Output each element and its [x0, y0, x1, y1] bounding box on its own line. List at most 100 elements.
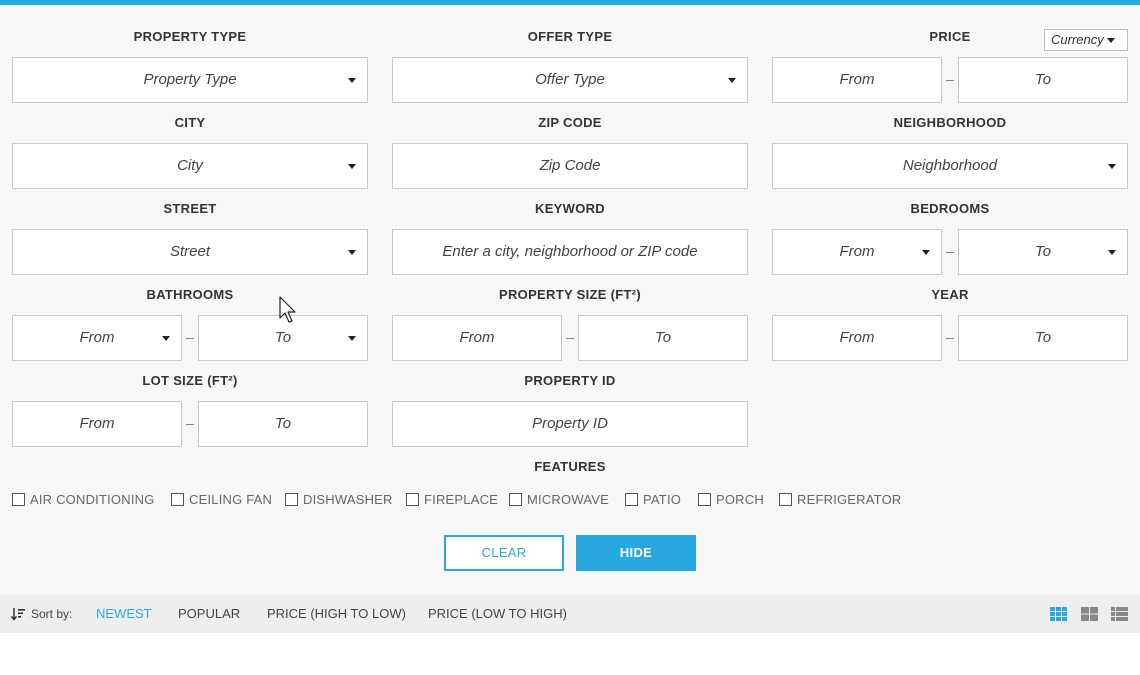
checkbox[interactable] [406, 492, 419, 506]
keyword-label: KEYWORD [535, 201, 605, 216]
property-size-to-input[interactable]: To [578, 315, 748, 361]
chevron-down-icon [348, 336, 356, 341]
checkbox[interactable] [12, 492, 25, 506]
property-id-input[interactable]: Property ID [392, 401, 748, 447]
feature-air-conditioning[interactable]: AIR CONDITIONING [12, 490, 155, 508]
range-separator [946, 252, 954, 253]
street-select[interactable]: Street [12, 229, 368, 275]
city-label: CITY [174, 115, 206, 130]
property-type-select[interactable]: Property Type [12, 57, 368, 103]
range-separator [186, 424, 194, 425]
sort-bar: Sort by: NEWEST POPULAR PRICE (HIGH TO L… [0, 595, 1140, 633]
feature-porch[interactable]: PORCH [698, 490, 764, 508]
clear-button[interactable]: CLEAR [444, 535, 564, 571]
currency-select[interactable]: Currency [1044, 29, 1128, 51]
lot-size-from-input[interactable]: From [12, 401, 182, 447]
price-to-placeholder: To [1034, 71, 1052, 88]
neighborhood-label: NEIGHBORHOOD [893, 115, 1007, 130]
property-size-label: PROPERTY SIZE (FT²) [499, 287, 641, 302]
chevron-down-icon [1107, 38, 1115, 43]
offer-type-value: Offer Type [535, 71, 605, 88]
keyword-placeholder: Enter a city, neighborhood or ZIP code [442, 243, 698, 260]
feature-microwave[interactable]: MICROWAVE [509, 490, 609, 508]
sort-by-label: Sort by: [31, 607, 73, 621]
feature-label: REFRIGERATOR [797, 491, 902, 507]
year-to-placeholder: To [1034, 329, 1052, 346]
offer-type-select[interactable]: Offer Type [392, 57, 748, 103]
grid-small-icon[interactable] [1050, 607, 1067, 621]
bathrooms-from-value: From [79, 329, 115, 346]
feature-dishwasher[interactable]: DISHWASHER [285, 490, 393, 508]
zip-code-input[interactable]: Zip Code [392, 143, 748, 189]
currency-value: Currency [1051, 32, 1104, 47]
bedrooms-to-value: To [1034, 243, 1052, 260]
hide-button[interactable]: HIDE [576, 535, 696, 571]
property-id-placeholder: Property ID [532, 415, 608, 432]
neighborhood-value: Neighborhood [902, 157, 998, 174]
bedrooms-to-select[interactable]: To [958, 229, 1128, 275]
checkbox[interactable] [625, 492, 638, 506]
feature-label: PORCH [716, 491, 764, 507]
year-from-input[interactable]: From [772, 315, 942, 361]
chevron-down-icon [728, 78, 736, 83]
bedrooms-from-value: From [839, 243, 875, 260]
price-to-input[interactable]: To [958, 57, 1128, 103]
keyword-input[interactable]: Enter a city, neighborhood or ZIP code [392, 229, 748, 275]
chevron-down-icon [162, 336, 170, 341]
checkbox[interactable] [509, 492, 522, 506]
checkbox[interactable] [285, 492, 298, 506]
checkbox[interactable] [779, 492, 792, 506]
bathrooms-from-select[interactable]: From [12, 315, 182, 361]
property-type-label: PROPERTY TYPE [133, 29, 247, 44]
street-value: Street [169, 243, 211, 260]
range-separator [566, 338, 574, 339]
lot-size-to-input[interactable]: To [198, 401, 368, 447]
bathrooms-label: BATHROOMS [146, 287, 234, 302]
lot-size-label: LOT SIZE (FT²) [142, 373, 238, 388]
lot-size-from-placeholder: From [79, 415, 115, 432]
sort-option-popular[interactable]: POPULAR [178, 595, 240, 633]
sort-option-price-low-high[interactable]: PRICE (LOW TO HIGH) [428, 595, 567, 633]
city-select[interactable]: City [12, 143, 368, 189]
chevron-down-icon [348, 164, 356, 169]
lot-size-to-placeholder: To [274, 415, 292, 432]
feature-label: PATIO [643, 491, 682, 507]
feature-refrigerator[interactable]: REFRIGERATOR [779, 490, 901, 508]
chevron-down-icon [1108, 250, 1116, 255]
chevron-down-icon [1108, 164, 1116, 169]
property-size-from-input[interactable]: From [392, 315, 562, 361]
features-label: FEATURES [534, 459, 606, 474]
street-label: STREET [163, 201, 217, 216]
feature-patio[interactable]: PATIO [625, 490, 681, 508]
grid-large-icon[interactable] [1081, 607, 1098, 621]
feature-fireplace[interactable]: FIREPLACE [406, 490, 498, 508]
bedrooms-from-select[interactable]: From [772, 229, 942, 275]
price-from-input[interactable]: From [772, 57, 942, 103]
property-type-value: Property Type [143, 71, 237, 88]
sort-icon [10, 595, 25, 633]
year-to-input[interactable]: To [958, 315, 1128, 361]
range-separator [946, 80, 954, 81]
neighborhood-select[interactable]: Neighborhood [772, 143, 1128, 189]
checkbox[interactable] [698, 492, 711, 506]
sort-option-price-high-low[interactable]: PRICE (HIGH TO LOW) [267, 595, 406, 633]
city-value: City [177, 157, 203, 174]
property-id-label: PROPERTY ID [524, 373, 616, 388]
mouse-cursor-icon [279, 296, 296, 323]
list-icon[interactable] [1111, 607, 1128, 621]
checkbox[interactable] [171, 492, 184, 506]
year-label: YEAR [931, 287, 969, 302]
range-separator [186, 338, 194, 339]
range-separator [946, 338, 954, 339]
zip-code-label: ZIP CODE [538, 115, 602, 130]
property-size-from-placeholder: From [459, 329, 495, 346]
feature-label: DISHWASHER [303, 491, 393, 507]
sort-option-newest[interactable]: NEWEST [96, 595, 152, 633]
feature-label: CEILING FAN [189, 491, 273, 507]
chevron-down-icon [348, 78, 356, 83]
feature-label: FIREPLACE [424, 491, 499, 507]
property-size-to-placeholder: To [654, 329, 672, 346]
bedrooms-label: BEDROOMS [910, 201, 990, 216]
feature-ceiling-fan[interactable]: CEILING FAN [171, 490, 272, 508]
zip-code-placeholder: Zip Code [539, 157, 601, 174]
